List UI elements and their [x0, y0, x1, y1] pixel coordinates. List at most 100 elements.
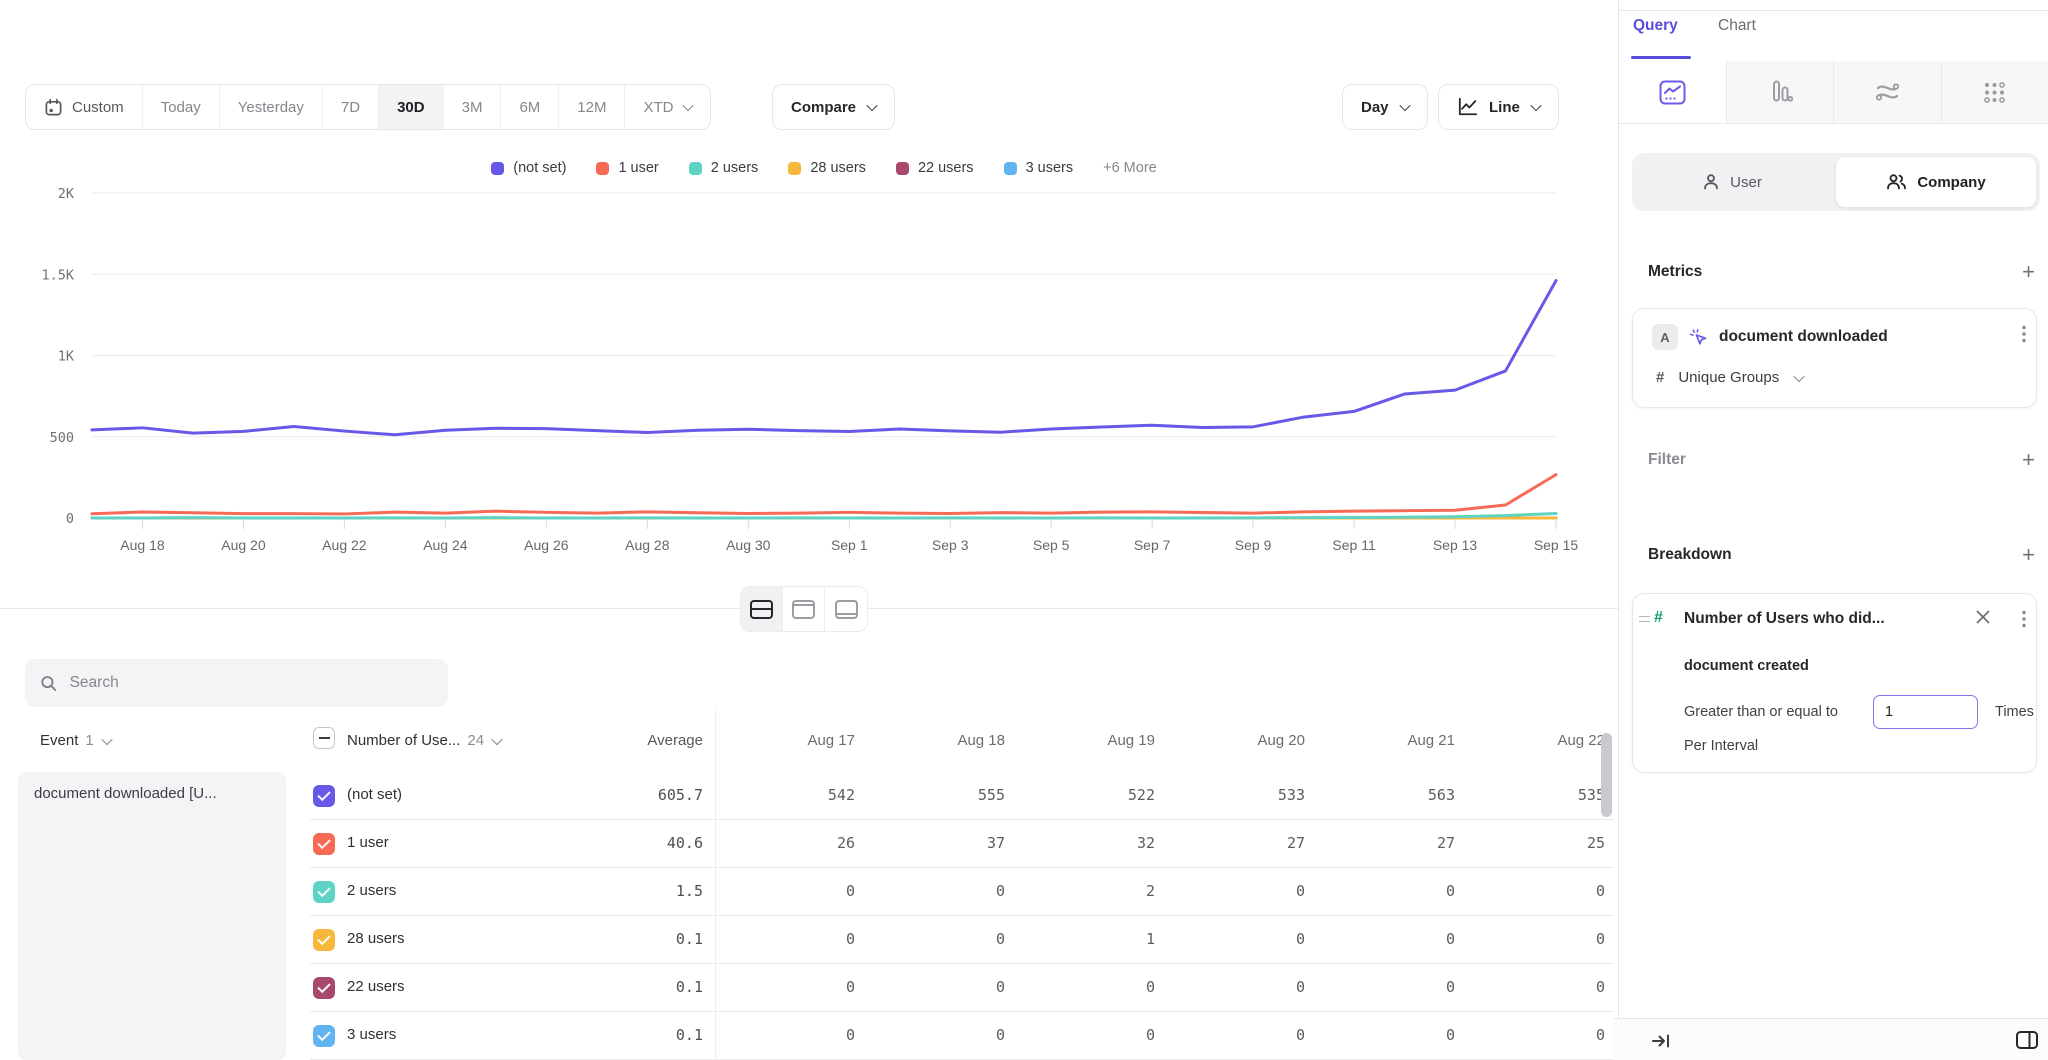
- group-column-header[interactable]: Number of Use... 24: [347, 732, 501, 749]
- breakdown-card[interactable]: # Number of Users who did... document cr…: [1632, 593, 2037, 773]
- metric-card[interactable]: A document downloaded # Unique Groups: [1632, 308, 2037, 408]
- table-row: 22 users 0.1 0 0 0 0 0 0: [0, 964, 1618, 1012]
- row-average: 1.5: [540, 882, 703, 900]
- svg-text:0: 0: [66, 511, 74, 527]
- scope-user-button[interactable]: User: [1632, 153, 1832, 211]
- chart-type-flow-button[interactable]: [1834, 61, 1942, 123]
- table-scrollbar[interactable]: [1601, 733, 1612, 817]
- range-7d-button[interactable]: 7D: [323, 85, 379, 129]
- table-body: (not set) 605.7 542 555 522 533 563 535 …: [0, 772, 1618, 1060]
- user-icon: [1702, 173, 1720, 191]
- table-row: 2 users 1.5 0 0 2 0 0 0: [0, 868, 1618, 916]
- kebab-menu-icon[interactable]: [2022, 325, 2026, 348]
- chart-type-bar-button[interactable]: [1727, 61, 1835, 123]
- select-all-checkbox[interactable]: [313, 727, 335, 749]
- row-label: 2 users: [347, 882, 396, 899]
- row-checkbox[interactable]: [313, 929, 335, 951]
- row-label: 28 users: [347, 930, 405, 947]
- table-row: 3 users 0.1 0 0 0 0 0 0: [0, 1012, 1618, 1060]
- svg-text:Aug 28: Aug 28: [625, 537, 670, 553]
- interval-dropdown[interactable]: Day: [1342, 84, 1428, 130]
- drag-handle-icon[interactable]: [1639, 616, 1650, 625]
- range-today-button[interactable]: Today: [143, 85, 220, 129]
- tab-query[interactable]: Query: [1633, 17, 1678, 35]
- range-6m-button[interactable]: 6M: [501, 85, 559, 129]
- calendar-icon: [44, 98, 63, 117]
- date-column-header: Aug 17: [719, 732, 869, 749]
- cell-value: 0: [869, 930, 1019, 948]
- cell-value: 27: [1169, 834, 1319, 852]
- breakdown-section-header: Breakdown +: [1648, 545, 2035, 565]
- breakdown-unit-label: Times: [1995, 704, 2034, 720]
- line-chart[interactable]: 05001K1.5K2KAug 18Aug 20Aug 22Aug 24Aug …: [0, 140, 1618, 570]
- breakdown-value-input[interactable]: 1: [1873, 695, 1978, 729]
- svg-text:Aug 30: Aug 30: [726, 537, 771, 553]
- breakdown-condition-label: Greater than or equal to: [1684, 704, 1838, 720]
- chart-type-more-button[interactable]: [1942, 61, 2048, 123]
- table-row: (not set) 605.7 542 555 522 533 563 535: [0, 772, 1618, 820]
- layout-table-only-button[interactable]: [825, 587, 867, 631]
- svg-text:Aug 26: Aug 26: [524, 537, 569, 553]
- bar-chart-icon: [1767, 79, 1793, 105]
- cell-value: 2: [1019, 882, 1169, 900]
- table-header: Event 1 Number of Use... 24 Average Aug …: [0, 724, 1618, 766]
- collapse-panel-icon[interactable]: [1651, 1032, 1671, 1055]
- cell-value: 37: [869, 834, 1019, 852]
- add-filter-button[interactable]: +: [2022, 450, 2035, 470]
- metric-letter-badge: A: [1652, 324, 1678, 350]
- add-breakdown-button[interactable]: +: [2022, 545, 2035, 565]
- cell-value: 0: [1469, 978, 1618, 996]
- row-average: 0.1: [540, 978, 703, 996]
- range-yesterday-button[interactable]: Yesterday: [220, 85, 323, 129]
- cell-value: 0: [869, 882, 1019, 900]
- row-checkbox[interactable]: [313, 881, 335, 903]
- cell-value: 1: [1019, 930, 1169, 948]
- metric-measure-dropdown[interactable]: # Unique Groups: [1656, 369, 1803, 386]
- scope-company-button[interactable]: Company: [1836, 157, 2036, 207]
- svg-text:Sep 3: Sep 3: [932, 537, 969, 553]
- toggle-side-panel-icon[interactable]: [2015, 1030, 2039, 1055]
- range-custom-button[interactable]: Custom: [26, 85, 143, 129]
- range-12m-button[interactable]: 12M: [559, 85, 625, 129]
- split-view-icon: [750, 600, 773, 619]
- cell-value: 522: [1019, 786, 1169, 804]
- tab-chart[interactable]: Chart: [1718, 17, 1756, 35]
- chart-type-dropdown[interactable]: Line: [1438, 84, 1559, 130]
- chevron-down-icon: [101, 733, 112, 744]
- range-3m-button[interactable]: 3M: [444, 85, 502, 129]
- svg-text:Sep 11: Sep 11: [1332, 537, 1376, 553]
- event-column-header[interactable]: Event 1: [40, 732, 111, 749]
- date-column-header: Aug 19: [1019, 732, 1169, 749]
- row-average: 605.7: [540, 786, 703, 804]
- svg-text:Sep 5: Sep 5: [1033, 537, 1070, 553]
- chart-type-line-button[interactable]: [1619, 61, 1727, 123]
- row-checkbox[interactable]: [313, 785, 335, 807]
- chevron-down-icon: [1530, 100, 1541, 111]
- layout-split-button[interactable]: [741, 587, 783, 631]
- kebab-menu-icon[interactable]: [2022, 610, 2026, 633]
- range-xtd-button[interactable]: XTD: [625, 85, 710, 129]
- row-checkbox[interactable]: [313, 1025, 335, 1047]
- row-checkbox[interactable]: [313, 833, 335, 855]
- add-metric-button[interactable]: +: [2022, 262, 2035, 282]
- filter-section-header: Filter +: [1648, 450, 2035, 470]
- search-input[interactable]: [70, 674, 433, 692]
- row-average: 0.1: [540, 930, 703, 948]
- close-icon[interactable]: [1976, 610, 1990, 629]
- compare-button[interactable]: Compare: [772, 84, 895, 130]
- panel-footer: [1613, 1018, 2048, 1060]
- chevron-down-icon: [1399, 100, 1410, 111]
- cell-value: 0: [1319, 930, 1469, 948]
- svg-text:1K: 1K: [58, 349, 75, 365]
- cell-value: 32: [1019, 834, 1169, 852]
- row-checkbox[interactable]: [313, 977, 335, 999]
- search-box[interactable]: [25, 659, 448, 707]
- metric-event-name: document downloaded: [1719, 328, 1888, 346]
- cell-value: 555: [869, 786, 1019, 804]
- search-icon: [40, 674, 58, 693]
- cell-value: 0: [719, 1026, 869, 1044]
- cell-value: 26: [719, 834, 869, 852]
- svg-text:Aug 20: Aug 20: [221, 537, 266, 553]
- layout-chart-only-button[interactable]: [783, 587, 825, 631]
- range-30d-button[interactable]: 30D: [379, 85, 444, 129]
